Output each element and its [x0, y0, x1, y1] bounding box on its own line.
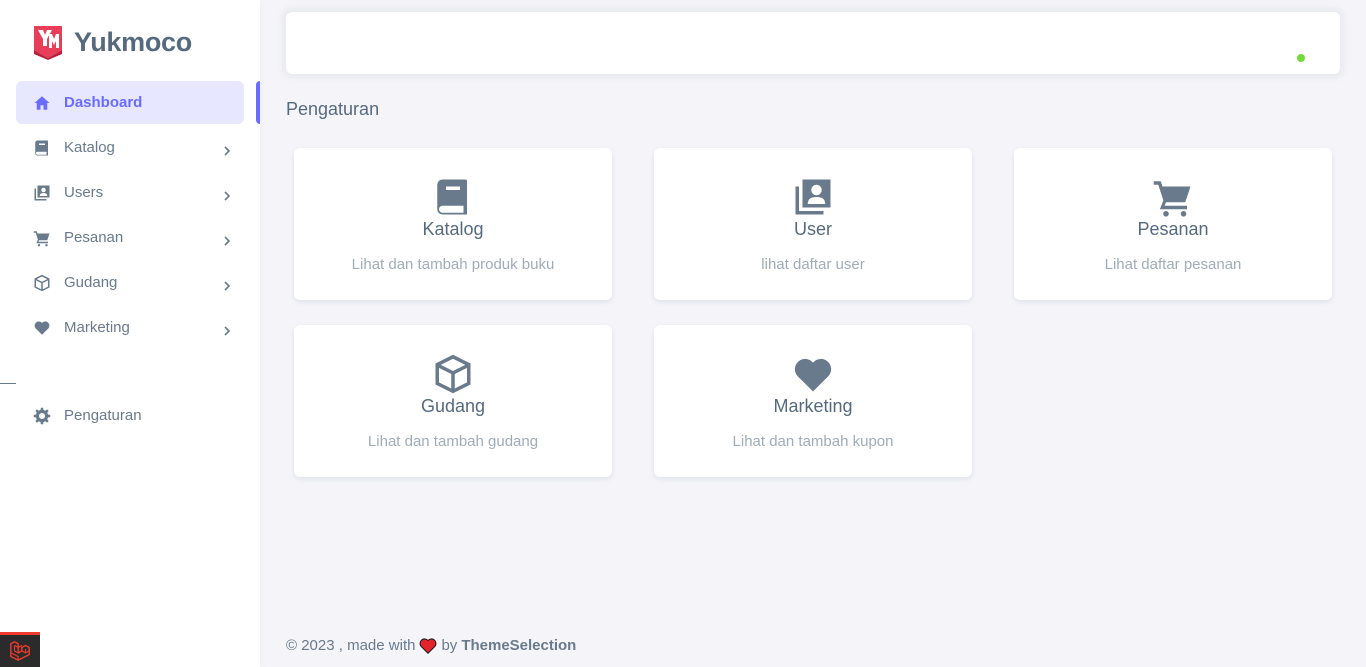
card-katalog[interactable]: Katalog Lihat dan tambah produk buku	[294, 148, 612, 300]
laravel-icon	[10, 641, 30, 661]
top-navbar	[286, 12, 1340, 74]
footer-themeselection-link[interactable]: ThemeSelection	[461, 637, 576, 654]
brand-logo-icon	[34, 26, 62, 60]
box-icon	[432, 353, 474, 395]
footer-by: by	[441, 637, 458, 654]
sidebar-menu: Dashboard Katalog Users Pesanan Gudang M…	[16, 81, 244, 351]
card-description: Lihat dan tambah kupon	[732, 433, 894, 450]
card-title: Katalog	[422, 219, 484, 239]
users-icon	[33, 184, 51, 202]
sidebar-item-label: Dashboard	[64, 94, 143, 111]
card-title: User	[793, 219, 832, 239]
chevron-right-icon	[222, 188, 232, 201]
sidebar: Yukmoco Dashboard Katalog Users Pesanan …	[0, 0, 260, 667]
sidebar-item-label: Katalog	[64, 139, 115, 156]
cart-icon	[1152, 176, 1194, 218]
active-indicator	[256, 81, 260, 124]
sidebar-item-gudang[interactable]: Gudang	[16, 261, 244, 304]
card-description: Lihat dan tambah gudang	[367, 433, 539, 450]
gear-icon	[33, 407, 51, 425]
sidebar-item-label: Pesanan	[64, 229, 124, 246]
card-description: Lihat daftar pesanan	[1104, 256, 1242, 273]
home-icon	[33, 94, 51, 112]
card-description: lihat daftar user	[761, 256, 865, 273]
heart-icon	[792, 353, 834, 395]
footer-copyright: © 2023 , made with	[286, 637, 416, 654]
sidebar-item-label: Gudang	[64, 274, 118, 291]
card-description: Lihat dan tambah produk buku	[351, 256, 555, 273]
sidebar-item-marketing[interactable]: Marketing	[16, 306, 244, 349]
cart-icon	[33, 229, 51, 247]
book-icon	[432, 176, 474, 218]
chevron-right-icon	[222, 323, 232, 336]
sidebar-item-users[interactable]: Users	[16, 171, 244, 214]
online-status-dot	[1297, 54, 1305, 62]
card-title: Marketing	[773, 396, 853, 416]
card-user[interactable]: User lihat daftar user	[654, 148, 972, 300]
sidebar-item-label: Marketing	[64, 319, 130, 336]
sidebar-menu-bottom: Pengaturan	[16, 394, 244, 439]
chevron-right-icon	[222, 143, 232, 156]
card-title: Gudang	[420, 396, 486, 416]
page-title: Pengaturan	[286, 99, 380, 119]
sidebar-item-pengaturan[interactable]: Pengaturan	[16, 394, 244, 437]
brand-name: Yukmoco	[74, 26, 192, 57]
card-title: Pesanan	[1137, 219, 1209, 239]
book-icon	[33, 139, 51, 157]
sidebar-item-label: Users	[64, 184, 104, 201]
sidebar-item-pesanan[interactable]: Pesanan	[16, 216, 244, 259]
sidebar-item-label: Pengaturan	[64, 407, 142, 424]
chevron-right-icon	[222, 278, 232, 291]
card-gudang[interactable]: Gudang Lihat dan tambah gudang	[294, 325, 612, 477]
brand[interactable]: Yukmoco	[32, 24, 192, 60]
card-marketing[interactable]: Marketing Lihat dan tambah kupon	[654, 325, 972, 477]
laravel-debugbar-button[interactable]	[0, 632, 40, 667]
heart-icon	[33, 319, 51, 337]
users-icon	[792, 176, 834, 218]
sidebar-item-dashboard[interactable]: Dashboard	[16, 81, 244, 124]
heart-icon	[419, 637, 437, 654]
card-pesanan[interactable]: Pesanan Lihat daftar pesanan	[1014, 148, 1332, 300]
chevron-right-icon	[222, 233, 232, 246]
footer: © 2023 , made with by ThemeSelection	[286, 637, 576, 654]
box-icon	[33, 274, 51, 292]
sidebar-item-katalog[interactable]: Katalog	[16, 126, 244, 169]
menu-divider	[0, 383, 16, 384]
